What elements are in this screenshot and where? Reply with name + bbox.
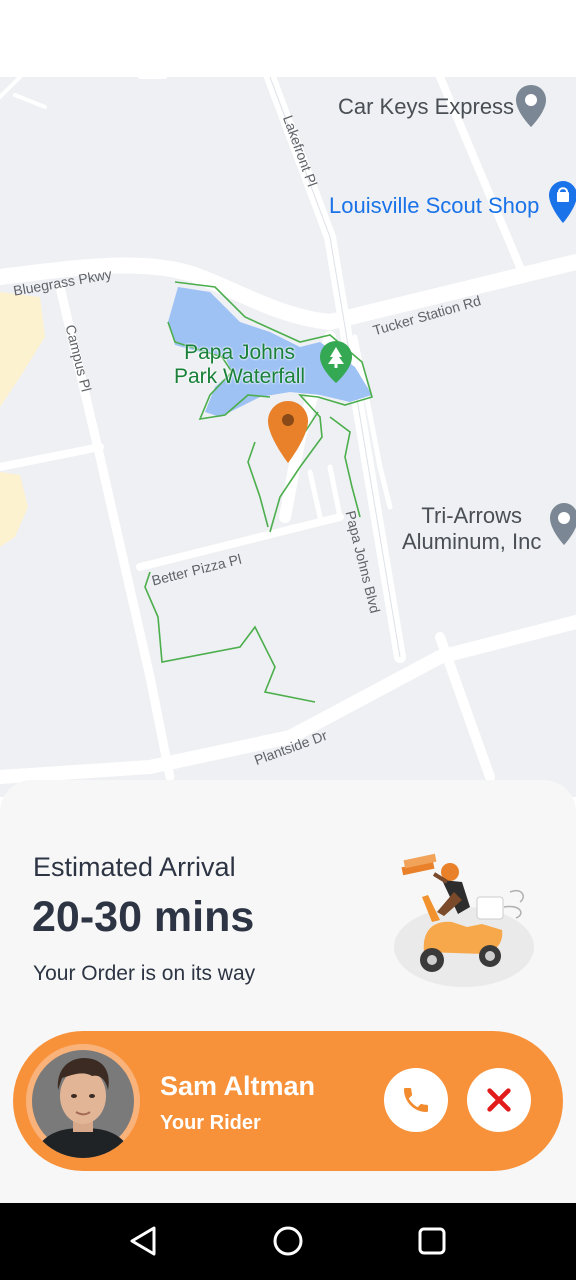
nav-recents-button[interactable] [414,1223,450,1259]
system-navigation-bar [0,1203,576,1280]
call-rider-button[interactable] [384,1068,448,1132]
map-pin-icon[interactable] [548,501,576,547]
delivery-scooter-illustration [394,853,534,987]
poi-papa-johns-park-waterfall[interactable]: Papa Johns Park Waterfall [174,341,305,389]
destination-pin-icon[interactable] [266,399,310,465]
eta-value: 20-30 mins [32,893,255,941]
close-icon [487,1088,511,1112]
circle-home-icon [273,1226,303,1256]
park-tree-pin-icon[interactable] [318,339,354,385]
poi-car-keys-express[interactable]: Car Keys Express [338,94,514,120]
status-bar-area [0,0,576,77]
poi-tri-arrows-aluminum[interactable]: Tri-Arrows Aluminum, Inc [402,503,541,555]
poi-louisville-scout-shop[interactable]: Louisville Scout Shop [329,193,539,219]
shopping-bag-pin-icon[interactable] [548,179,576,225]
order-status-text: Your Order is on its way [33,962,256,985]
cancel-order-button[interactable] [467,1068,531,1132]
map-pin-icon[interactable] [514,83,548,129]
poi-tri-arrows-line2: Aluminum, Inc [402,529,542,554]
square-recents-icon [418,1227,446,1255]
avatar-portrait [26,1044,140,1158]
rider-avatar [26,1044,140,1158]
nav-back-button[interactable] [125,1223,161,1259]
poi-park-line1: Papa Johns [184,341,295,364]
nav-home-button[interactable] [270,1223,306,1259]
rider-role: Your Rider [160,1112,261,1134]
rider-name: Sam Altman [160,1071,316,1101]
poi-park-line2: Park Waterfall [174,365,306,388]
triangle-back-icon [130,1226,156,1256]
phone-icon [404,1088,428,1112]
map-view[interactable]: Car Keys Express Louisville Scout Shop P… [0,77,576,797]
eta-title: Estimated Arrival [33,852,236,882]
poi-tri-arrows-line1: Tri-Arrows [421,503,522,528]
